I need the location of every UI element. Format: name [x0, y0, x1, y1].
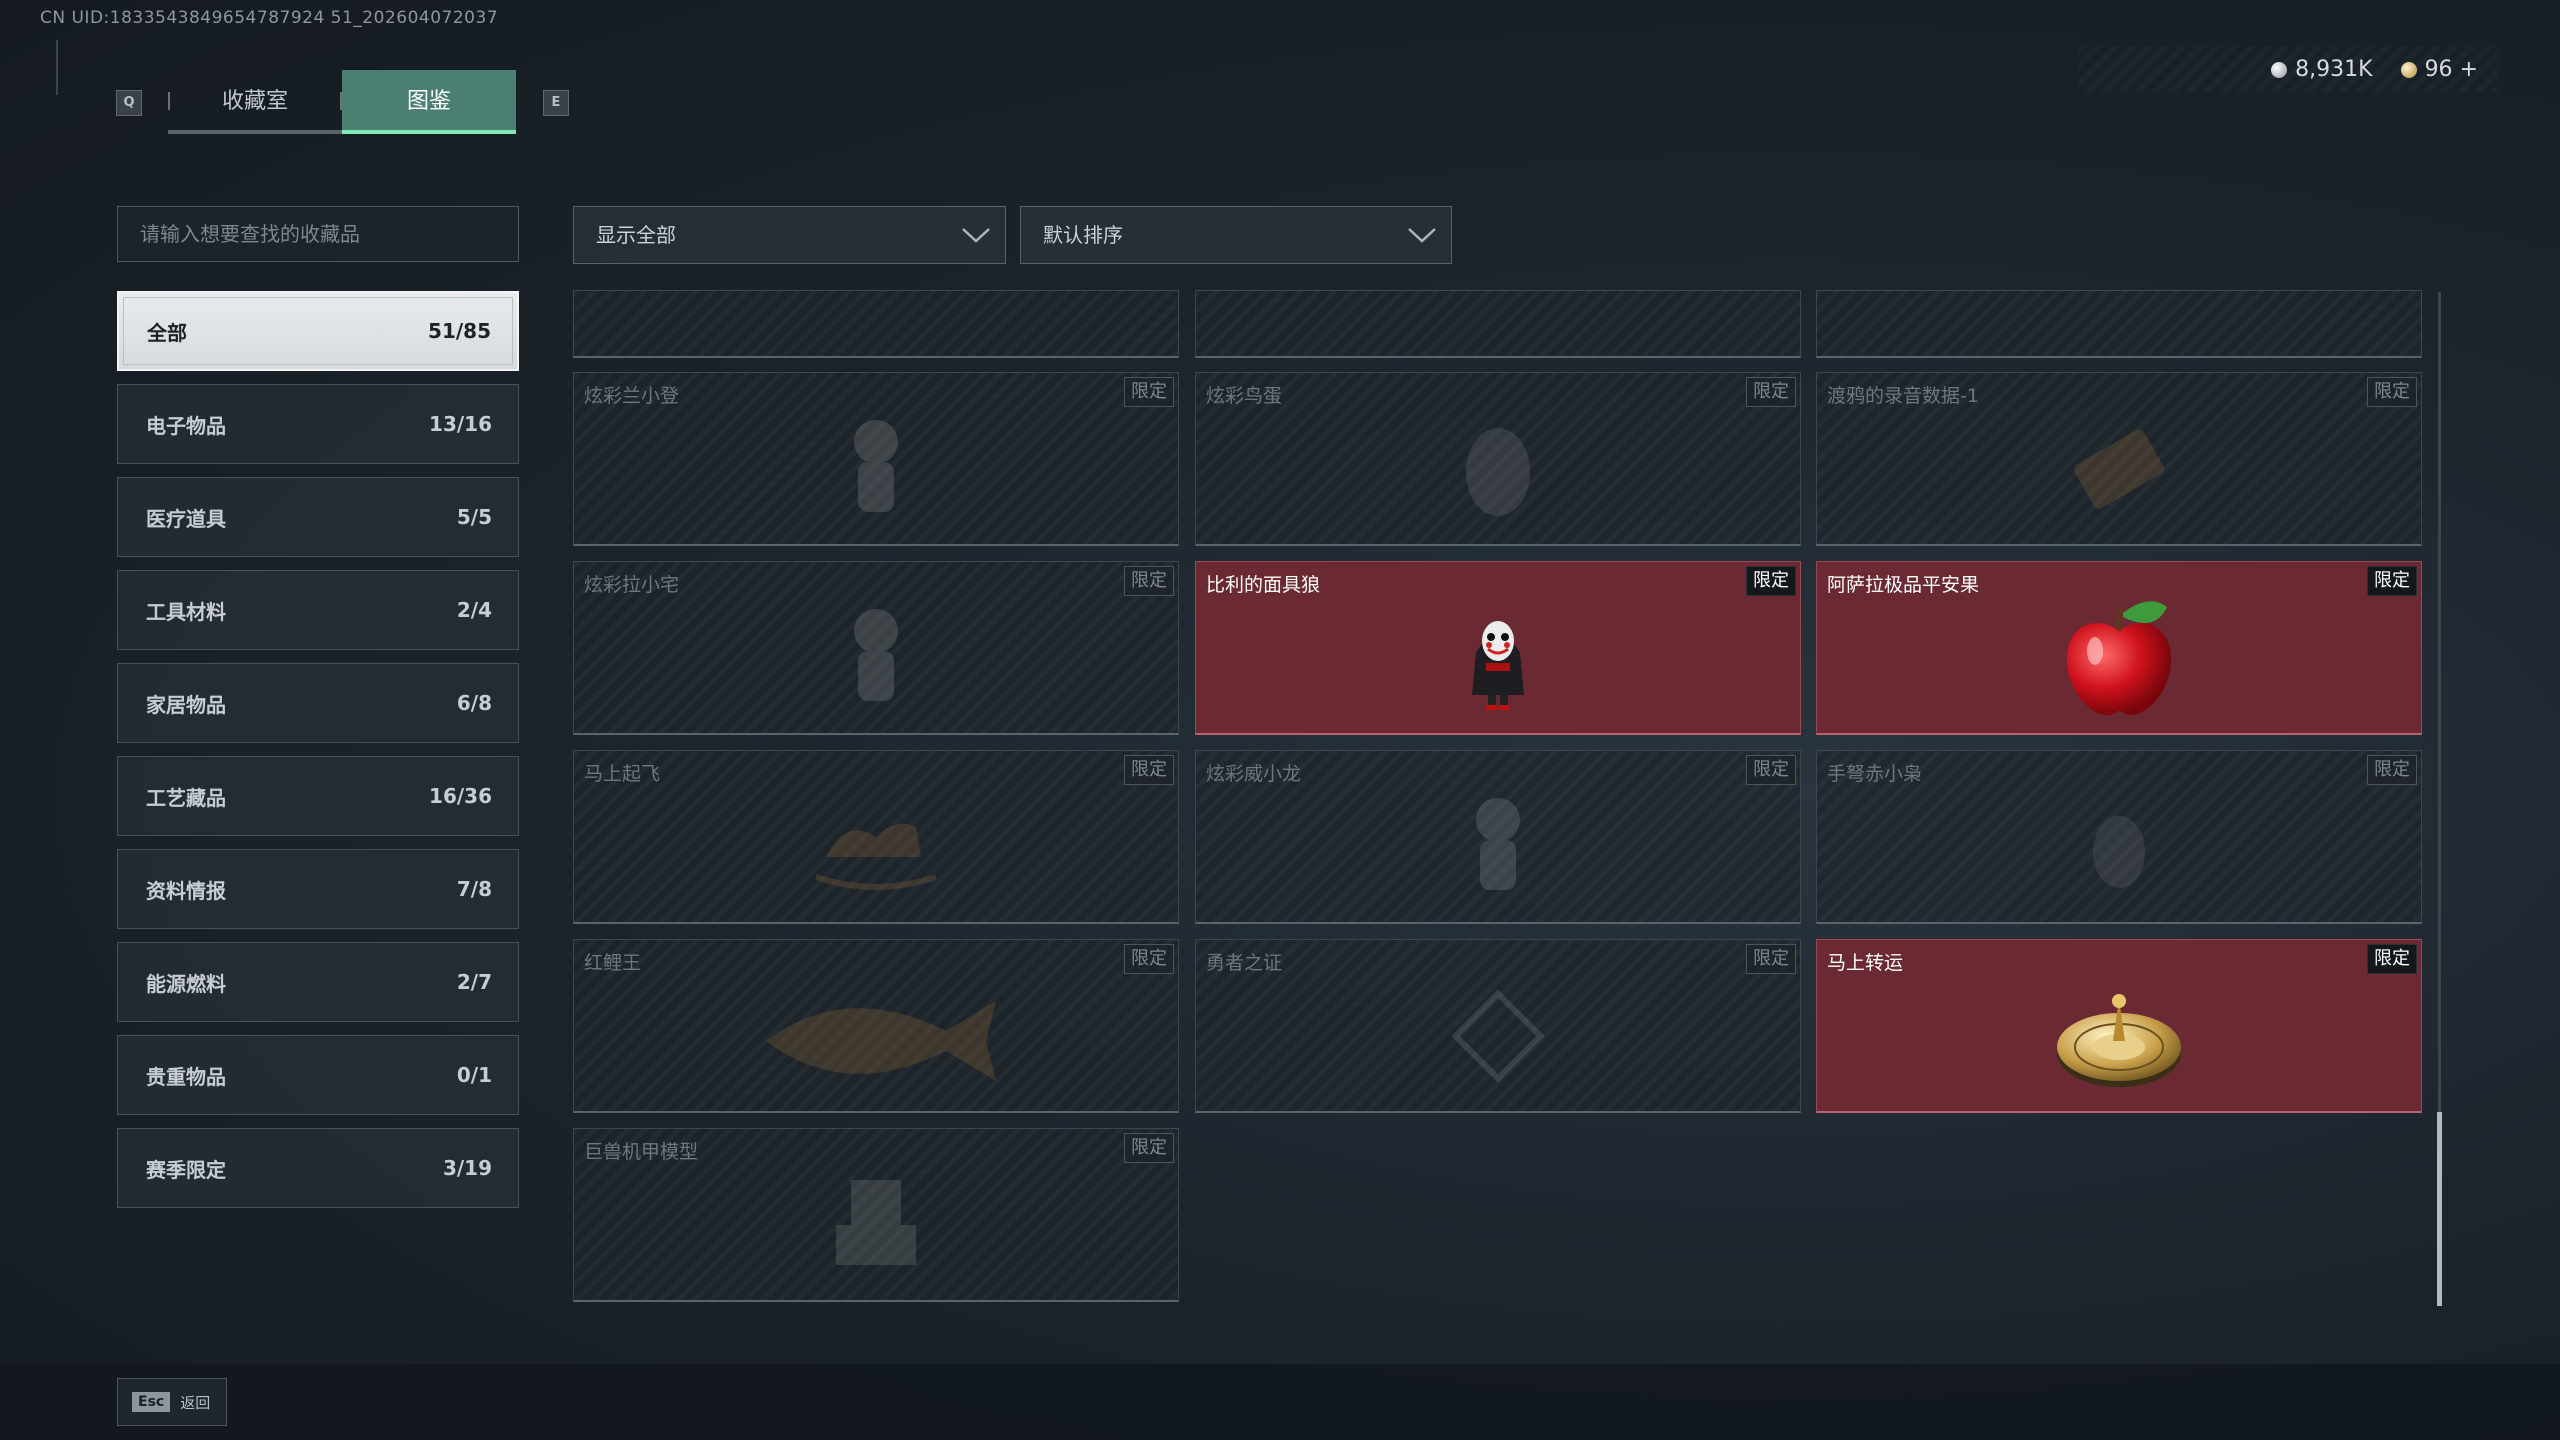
item-card[interactable]: 巨兽机甲模型 限定: [573, 1128, 1179, 1302]
item-name: 红鲤王: [584, 952, 642, 974]
decoration: [56, 40, 66, 95]
limited-badge: 限定: [1124, 755, 1174, 785]
item-card[interactable]: 比利的面具狼 限定: [1195, 561, 1801, 735]
limited-badge: 限定: [1124, 1133, 1174, 1163]
gold-currency[interactable]: 96 +: [2400, 57, 2478, 82]
limited-badge: 限定: [1124, 944, 1174, 974]
item-name: 马上起飞: [584, 763, 661, 785]
category-energy[interactable]: 能源燃料 2/7: [117, 942, 519, 1022]
item-name: 炫彩威小龙: [1206, 763, 1302, 785]
item-card[interactable]: 炫彩鸟蛋 限定: [1195, 372, 1801, 546]
limited-badge: 限定: [2367, 755, 2417, 785]
filter-dropdown-value: 显示全部: [596, 223, 676, 247]
category-tools[interactable]: 工具材料 2/4: [117, 570, 519, 650]
egg-icon: [1466, 427, 1530, 516]
gold-coin-icon: [2400, 61, 2417, 78]
figure-icon: [854, 419, 898, 512]
figure-icon: [1476, 797, 1520, 890]
item-card[interactable]: 渡鸦的录音数据-1 限定: [1816, 372, 2422, 546]
limited-badge: 限定: [1746, 755, 1796, 785]
item-card[interactable]: 勇者之证 限定: [1195, 939, 1801, 1113]
category-valuables[interactable]: 贵重物品 0/1: [117, 1035, 519, 1115]
filter-dropdown[interactable]: 显示全部: [573, 206, 1006, 264]
item-name: 比利的面具狼: [1206, 574, 1321, 596]
currency-bar: 8,931K 96 +: [2078, 46, 2498, 92]
mask-figure-icon: [1472, 620, 1524, 710]
tab-bar: 收藏室 图鉴: [168, 70, 516, 134]
add-currency-button[interactable]: +: [2460, 57, 2478, 82]
search-input[interactable]: 请输入想要查找的收藏品: [117, 206, 519, 262]
item-card[interactable]: 炫彩威小龙 限定: [1195, 750, 1801, 924]
limited-badge: 限定: [2367, 944, 2417, 974]
item-card[interactable]: 红鲤王 限定: [573, 939, 1179, 1113]
limited-badge: 限定: [2367, 566, 2417, 596]
rocking-horse-icon: [815, 823, 937, 890]
limited-badge: 限定: [1746, 566, 1796, 596]
category-household[interactable]: 家居物品 6/8: [117, 663, 519, 743]
key-hint-e: E: [543, 90, 569, 116]
tab-separator: [340, 92, 342, 110]
item-card[interactable]: 马上转运 限定: [1816, 939, 2422, 1113]
limited-badge: 限定: [1124, 566, 1174, 596]
category-medical[interactable]: 医疗道具 5/5: [117, 477, 519, 557]
key-hint-q: Q: [116, 90, 142, 116]
item-name: 渡鸦的录音数据-1: [1827, 385, 1979, 407]
item-name: 手弩赤小枭: [1827, 763, 1923, 785]
limited-badge: 限定: [1746, 944, 1796, 974]
esc-key-hint: Esc: [132, 1392, 171, 1412]
sort-dropdown-value: 默认排序: [1043, 223, 1123, 247]
item-name: 马上转运: [1827, 952, 1904, 974]
limited-badge: 限定: [1746, 377, 1796, 407]
owl-icon: [2093, 815, 2145, 888]
roulette-icon: [2057, 993, 2181, 1087]
tab-catalog[interactable]: 图鉴: [342, 70, 516, 134]
item-card-partial[interactable]: [1816, 290, 2422, 358]
limited-badge: 限定: [1124, 377, 1174, 407]
category-all[interactable]: 全部 51/85: [117, 291, 519, 371]
footer-bar: [0, 1364, 2560, 1440]
category-intel[interactable]: 资料情报 7/8: [117, 849, 519, 929]
category-season-limited[interactable]: 赛季限定 3/19: [117, 1128, 519, 1208]
mech-icon: [836, 1179, 916, 1265]
item-name: 勇者之证: [1206, 952, 1283, 974]
item-card-partial[interactable]: [1195, 290, 1801, 358]
badge-icon: [1451, 989, 1545, 1083]
item-name: 炫彩鸟蛋: [1206, 385, 1283, 407]
apple-icon: [2067, 600, 2171, 715]
fish-icon: [766, 1000, 996, 1081]
chevron-down-icon: [1408, 228, 1436, 243]
scrollbar-thumb[interactable]: [2437, 1112, 2442, 1306]
silver-currency: 8,931K: [2271, 57, 2373, 82]
data-chip-icon: [2074, 429, 2164, 509]
category-crafts[interactable]: 工艺藏品 16/36: [117, 756, 519, 836]
item-card[interactable]: 阿萨拉极品平安果 限定: [1816, 561, 2422, 735]
limited-badge: 限定: [2367, 377, 2417, 407]
uid-label: CN UID:1833543849654787924 51_2026040720…: [40, 8, 499, 28]
item-card[interactable]: 炫彩拉小宅 限定: [573, 561, 1179, 735]
chevron-down-icon: [962, 228, 990, 243]
figure-icon: [854, 608, 898, 701]
back-label: 返回: [180, 1393, 211, 1412]
silver-coin-icon: [2271, 61, 2288, 78]
tab-collection-room[interactable]: 收藏室: [168, 70, 342, 134]
item-name: 巨兽机甲模型: [584, 1141, 699, 1163]
item-card[interactable]: 马上起飞 限定: [573, 750, 1179, 924]
item-name: 炫彩拉小宅: [584, 574, 680, 596]
item-name: 炫彩兰小登: [584, 385, 680, 407]
category-electronics[interactable]: 电子物品 13/16: [117, 384, 519, 464]
item-name: 阿萨拉极品平安果: [1827, 574, 1980, 596]
sort-dropdown[interactable]: 默认排序: [1020, 206, 1452, 264]
item-card[interactable]: 炫彩兰小登 限定: [573, 372, 1179, 546]
item-card[interactable]: 手弩赤小枭 限定: [1816, 750, 2422, 924]
back-button[interactable]: Esc 返回: [117, 1378, 227, 1426]
item-card-partial[interactable]: [573, 290, 1179, 358]
